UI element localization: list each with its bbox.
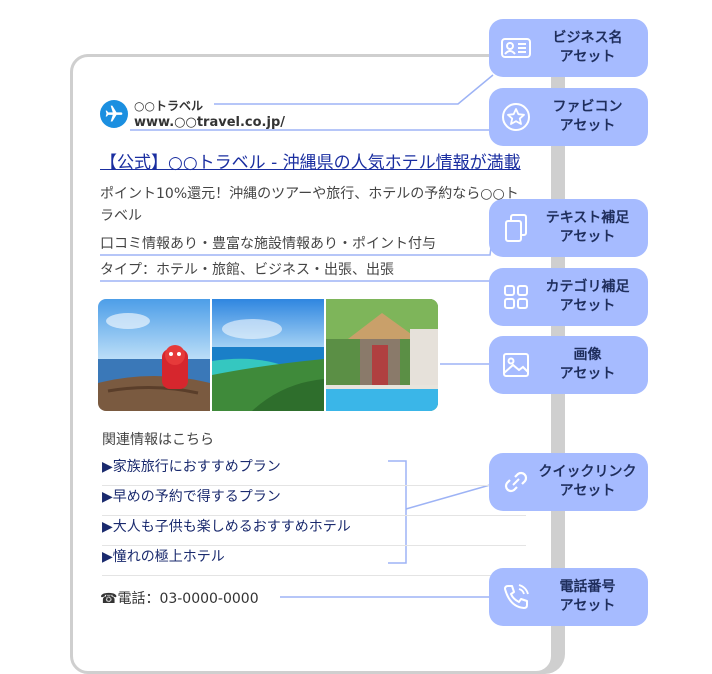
- business-name-asset-badge: ビジネス名 アセット: [489, 19, 648, 77]
- quick-link-early-booking[interactable]: ▶早めの予約で得するプラン: [102, 485, 526, 516]
- quick-link-asset-badge: クイックリンク アセット: [489, 453, 648, 511]
- grid-icon: [504, 285, 528, 309]
- asset-label: ビジネス名 アセット: [552, 30, 623, 65]
- asset-label: ファビコン アセット: [552, 99, 623, 134]
- phone-asset-badge: 電話番号 アセット: [489, 568, 648, 626]
- connector-business-name: [214, 74, 494, 105]
- image-asset-badge: 画像 アセット: [489, 336, 648, 394]
- display-url[interactable]: www.○○travel.co.jp/: [134, 115, 285, 130]
- asset-label: 画像 アセット: [559, 347, 616, 382]
- image-resort-pool[interactable]: [326, 299, 438, 411]
- asset-label: カテゴリ補足 アセット: [545, 279, 630, 314]
- category-extension: タイプ：ホテル・旅館、ビジネス・出張、出張: [100, 262, 394, 278]
- asset-label: 電話番号 アセット: [559, 579, 616, 614]
- quick-link-family-hotel[interactable]: ▶大人も子供も楽しめるおすすめホテル: [102, 515, 526, 546]
- quick-link-luxury-hotel[interactable]: ▶憧れの極上ホテル: [102, 545, 526, 576]
- id-card-icon: [501, 38, 531, 58]
- favicon-asset-badge: ファビコン アセット: [489, 88, 648, 146]
- category-extension-asset-badge: カテゴリ補足 アセット: [489, 268, 648, 326]
- text-extension: 口コミ情報あり・豊富な施設情報あり・ポイント付与: [100, 236, 436, 252]
- star-icon: [502, 103, 530, 131]
- image-okinawa-coast[interactable]: [212, 299, 324, 411]
- phone-number[interactable]: ☎電話：03-0000-0000: [100, 588, 259, 608]
- asset-label: テキスト補足 アセット: [545, 210, 630, 245]
- airplane-icon: [105, 105, 123, 122]
- quick-link-family-trip[interactable]: ▶家族旅行におすすめプラン: [102, 455, 526, 486]
- ad-description: ポイント10%還元！沖縄のツアーや旅行、ホテルの予約なら○○トラベル: [100, 186, 519, 224]
- asset-label: クイックリンク アセット: [538, 464, 637, 499]
- link-icon: [504, 471, 528, 493]
- text-extension-asset-badge: テキスト補足 アセット: [489, 199, 648, 257]
- image-shisa-sea[interactable]: [98, 299, 210, 411]
- related-info-heading: 関連情報はこちら: [102, 432, 214, 448]
- connector-category-extension: [100, 280, 494, 295]
- favicon: [100, 100, 128, 128]
- business-name: ○○トラベル: [134, 99, 203, 113]
- copy-icon: [505, 214, 527, 242]
- image-icon: [503, 353, 529, 377]
- ad-headline[interactable]: 【公式】○○トラベル - 沖縄県の人気ホテル情報が満載: [100, 148, 521, 173]
- phone-icon: [504, 584, 529, 609]
